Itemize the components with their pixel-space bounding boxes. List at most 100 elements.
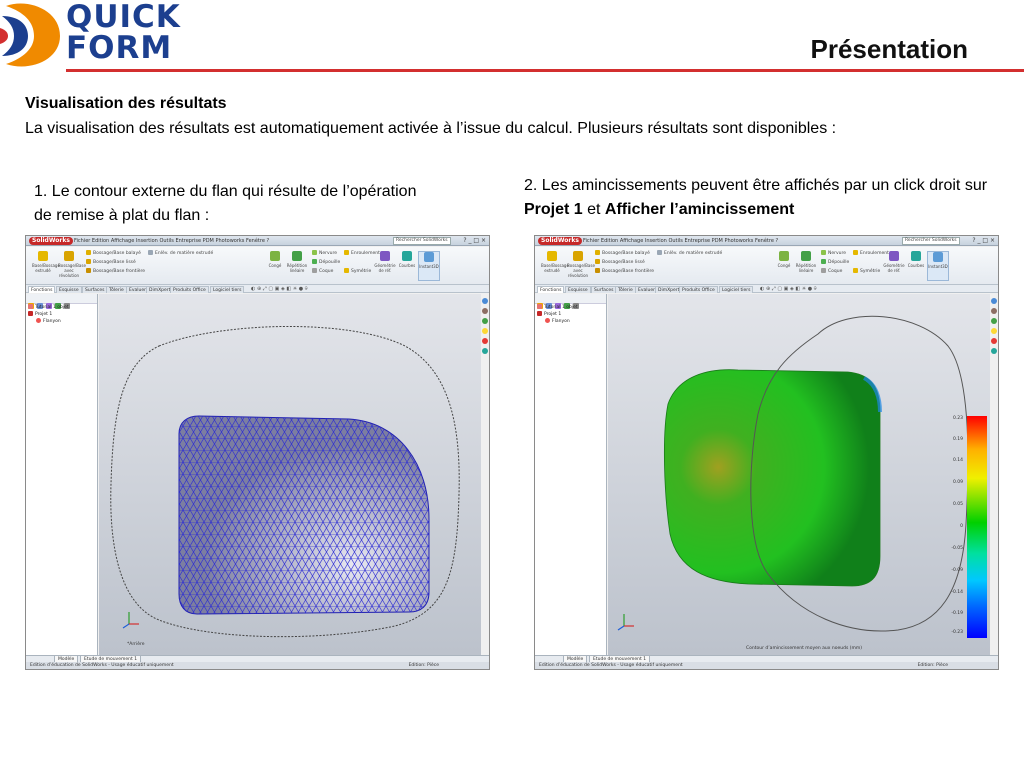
ribbon-cut-button[interactable]: Enlèv. de matière extrudé xyxy=(657,250,722,257)
ribbon-refgeom-button[interactable]: Géométrie de réf. xyxy=(883,251,905,281)
sw-feature-tree: Tutorial 1 objet Projet 1 Flanyon xyxy=(26,294,98,655)
ribbon-shell-button[interactable]: Coque xyxy=(312,268,333,275)
tab-fonctions[interactable]: Fonctions xyxy=(537,286,565,293)
tab-tolerie[interactable]: Tôlerie xyxy=(615,286,636,293)
ribbon-shell-button[interactable]: Coque xyxy=(821,268,842,275)
sw-menubar[interactable]: Fichier Edition Affichage Insertion Outi… xyxy=(74,237,269,245)
sw-window-buttons[interactable]: ? _ □ × xyxy=(972,237,995,245)
tab-esquisse[interactable]: Esquisse xyxy=(565,286,591,293)
sw-menubar[interactable]: Fichier Edition Affichage Insertion Outi… xyxy=(583,237,778,245)
view-palette-icon[interactable] xyxy=(991,328,997,334)
ribbon-instant3d-button[interactable]: Instant3D xyxy=(418,251,440,281)
tab-esquisse[interactable]: Esquisse xyxy=(56,286,82,293)
ribbon-label: Congé xyxy=(268,263,282,268)
sw-window-buttons[interactable]: ? _ □ × xyxy=(463,237,486,245)
ribbon-revolve-button[interactable]: Bossage/Base avec révolution xyxy=(567,251,595,281)
ribbon-pattern-button[interactable]: Répétition linéaire xyxy=(795,251,817,281)
ribbon-revolve-button[interactable]: Bossage/Base avec révolution xyxy=(58,251,86,281)
status-edit-mode: Edition: Pièce xyxy=(917,663,948,668)
tab-surfaces[interactable]: Surfaces xyxy=(591,286,617,293)
appearances-icon[interactable] xyxy=(482,338,488,344)
file-explorer-icon[interactable] xyxy=(991,318,997,324)
sw-bottom-tabs: Modèle Etude de mouvement 1 xyxy=(535,655,998,663)
tree-item-tutorial[interactable]: Tutorial 1 objet xyxy=(535,304,606,311)
sw-view-toolbar[interactable]: ◐ ⊕ ⤢ ▢ ▣ ◈ ◧ ☀ ● ⌾ xyxy=(251,286,308,293)
caption-projet-1: Projet 1 xyxy=(524,201,583,218)
design-library-icon[interactable] xyxy=(482,308,488,314)
sw-search-input[interactable]: Rechercher SolidWorks xyxy=(393,237,451,245)
ribbon-fillet-button[interactable]: Congé xyxy=(773,251,795,281)
tree-item-projet[interactable]: Projet 1 xyxy=(26,311,97,318)
pattern-icon xyxy=(292,251,302,261)
custom-properties-icon[interactable] xyxy=(991,348,997,354)
ribbon-draft-button[interactable]: Dépouille xyxy=(821,259,849,266)
tab-surfaces[interactable]: Surfaces xyxy=(82,286,108,293)
pattern-icon xyxy=(801,251,811,261)
file-explorer-icon[interactable] xyxy=(482,318,488,324)
page-title: Présentation xyxy=(810,34,969,64)
ribbon-fillet-button[interactable]: Congé xyxy=(264,251,286,281)
revolve-icon xyxy=(64,251,74,261)
ribbon-curves-button[interactable]: Courbes xyxy=(905,251,927,281)
ribbon-label: Géométrie de réf. xyxy=(374,263,396,273)
logo-mark-icon xyxy=(0,3,60,67)
ribbon-loft-button[interactable]: Bossage/Base lissé xyxy=(86,259,136,266)
thinning-color-legend: 0.23 0.19 0.14 0.09 0.05 0 -0.05 -0.09 -… xyxy=(947,416,987,638)
tab-logiciel-tiers[interactable]: Logiciel tiers xyxy=(210,286,245,293)
sw-brand[interactable]: SolidWorks xyxy=(29,237,73,245)
sw-task-pane xyxy=(990,294,998,655)
instant3d-icon xyxy=(933,252,943,262)
ribbon-mirror-button[interactable]: Symétrie xyxy=(344,268,371,275)
blank-icon xyxy=(36,318,41,323)
ribbon-loft-button[interactable]: Bossage/Base lissé xyxy=(595,259,645,266)
appearances-icon[interactable] xyxy=(991,338,997,344)
ribbon-pattern-button[interactable]: Répétition linéaire xyxy=(286,251,308,281)
design-library-icon[interactable] xyxy=(991,308,997,314)
sw-statusbar: Edition d’éducation de SolidWorks - Usag… xyxy=(535,662,998,669)
tab-logiciel-tiers[interactable]: Logiciel tiers xyxy=(719,286,754,293)
ribbon-rib-button[interactable]: Nervure xyxy=(312,250,337,257)
tree-item-flanyon[interactable]: Flanyon xyxy=(535,318,606,325)
curves-icon xyxy=(911,251,921,261)
ribbon-refgeom-button[interactable]: Géométrie de réf. xyxy=(374,251,396,281)
ribbon-rib-button[interactable]: Nervure xyxy=(821,250,846,257)
logo-line-quick: QUICK xyxy=(66,0,181,35)
sw-graphics-area-thinning[interactable]: 0.23 0.19 0.14 0.09 0.05 0 -0.05 -0.09 -… xyxy=(608,294,990,655)
ribbon-boundary-button[interactable]: Bossage/Base frontière xyxy=(595,268,654,275)
ribbon-instant3d-button[interactable]: Instant3D xyxy=(927,251,949,281)
caption-thinning-mid: et xyxy=(582,201,605,218)
custom-properties-icon[interactable] xyxy=(482,348,488,354)
tab-fonctions[interactable]: Fonctions xyxy=(28,286,56,293)
caption-afficher-amincissement: Afficher l’amincissement xyxy=(604,201,795,218)
ribbon-cut-button[interactable]: Enlèv. de matière extrudé xyxy=(148,250,213,257)
tree-toolbar xyxy=(26,294,97,309)
ribbon-extrude-button[interactable]: Base/Bossage extrudé xyxy=(541,251,569,281)
sw-search-input[interactable]: Rechercher SolidWorks xyxy=(902,237,960,245)
tree-item-projet[interactable]: Projet 1 xyxy=(535,311,606,318)
sw-brand[interactable]: SolidWorks xyxy=(538,237,582,245)
legend-color-bar xyxy=(967,416,987,638)
resources-icon[interactable] xyxy=(482,298,488,304)
ribbon-draft-button[interactable]: Dépouille xyxy=(312,259,340,266)
ribbon-swept-button[interactable]: Bossage/Base balayé xyxy=(595,250,650,257)
sw-titlebar: SolidWorks Fichier Edition Affichage Ins… xyxy=(535,236,998,246)
ribbon-curves-button[interactable]: Courbes xyxy=(396,251,418,281)
ribbon-mirror-button[interactable]: Symétrie xyxy=(853,268,880,275)
sw-graphics-area-mesh[interactable]: *Arrière xyxy=(99,294,481,655)
ribbon-boundary-button[interactable]: Bossage/Base frontière xyxy=(86,268,145,275)
view-palette-icon[interactable] xyxy=(482,328,488,334)
tab-produits-office[interactable]: Produits Office xyxy=(679,286,718,293)
tab-produits-office[interactable]: Produits Office xyxy=(170,286,209,293)
ribbon-extrude-button[interactable]: Base/Bossage extrudé xyxy=(32,251,60,281)
resources-icon[interactable] xyxy=(991,298,997,304)
status-text: Edition d’éducation de SolidWorks - Usag… xyxy=(539,663,683,668)
sw-view-toolbar[interactable]: ◐ ⊕ ⤢ ▢ ▣ ◈ ◧ ☀ ● ⌾ xyxy=(760,286,817,293)
tree-item-flanyon[interactable]: Flanyon xyxy=(26,318,97,325)
legend-tick: 0.14 xyxy=(952,458,963,463)
ribbon-swept-button[interactable]: Bossage/Base balayé xyxy=(86,250,141,257)
tree-item-tutorial[interactable]: Tutorial 1 objet xyxy=(26,304,97,311)
caption-thinning: 2. Les amincissements peuvent être affic… xyxy=(524,174,1004,222)
tab-tolerie[interactable]: Tôlerie xyxy=(106,286,127,293)
logo-wordmark: QUICK FORM xyxy=(66,2,181,64)
ribbon-label: Congé xyxy=(777,263,791,268)
